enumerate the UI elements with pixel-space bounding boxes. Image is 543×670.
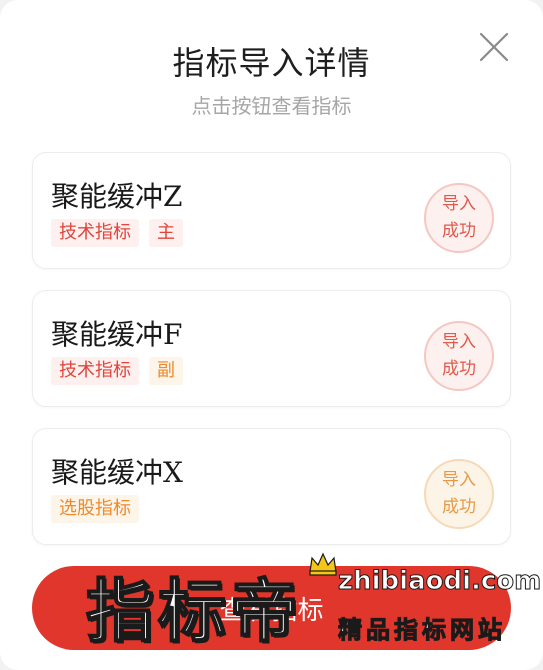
view-indicators-label: 查看指标 bbox=[219, 595, 324, 626]
dialog-subtitle: 点击按钮查看指标 bbox=[191, 94, 352, 118]
import-success-stamp: 导入 成功 bbox=[424, 183, 494, 253]
stamp-line2: 成功 bbox=[442, 221, 476, 241]
import-success-stamp: 导入 成功 bbox=[424, 321, 494, 391]
import-success-stamp: 导入 成功 bbox=[424, 459, 494, 529]
stamp-line2: 成功 bbox=[442, 497, 476, 517]
tag-chart-type: 副 bbox=[149, 357, 183, 385]
close-icon[interactable] bbox=[479, 32, 509, 62]
tag-category: 技术指标 bbox=[51, 357, 139, 385]
indicator-card[interactable]: 聚能缓冲X 选股指标 导入 成功 bbox=[32, 428, 511, 545]
indicator-name: 聚能缓冲F bbox=[51, 318, 183, 351]
stamp-line1: 导入 bbox=[442, 194, 476, 214]
indicator-tags: 技术指标 主 bbox=[51, 219, 183, 247]
indicator-import-dialog: 指标导入详情 点击按钮查看指标 聚能缓冲Z 技术指标 主 导入 成功 聚能缓冲F… bbox=[0, 0, 543, 670]
tag-category: 技术指标 bbox=[51, 219, 139, 247]
tag-category: 选股指标 bbox=[51, 495, 139, 523]
indicator-tags: 技术指标 副 bbox=[51, 357, 183, 385]
indicator-card[interactable]: 聚能缓冲F 技术指标 副 导入 成功 bbox=[32, 290, 511, 407]
view-indicators-button[interactable]: 查看指标 bbox=[32, 566, 511, 650]
stamp-line2: 成功 bbox=[442, 359, 476, 379]
stamp-line1: 导入 bbox=[442, 332, 476, 352]
stamp-line1: 导入 bbox=[442, 470, 476, 490]
indicator-card[interactable]: 聚能缓冲Z 技术指标 主 导入 成功 bbox=[32, 152, 511, 269]
indicator-name: 聚能缓冲X bbox=[51, 456, 183, 489]
indicator-name: 聚能缓冲Z bbox=[51, 180, 183, 213]
tag-chart-type: 主 bbox=[149, 219, 183, 247]
indicator-tags: 选股指标 bbox=[51, 495, 139, 523]
dialog-title: 指标导入详情 bbox=[172, 44, 371, 82]
